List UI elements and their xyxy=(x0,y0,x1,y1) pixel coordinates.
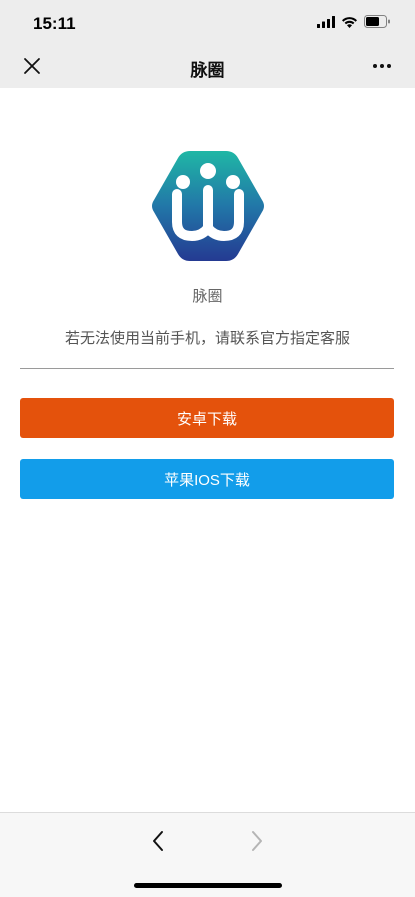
screen: 15:11 脉圈 脉圈 若无法使用当前手机，请联系官方指定客服 安卓下载 苹果I… xyxy=(0,0,415,897)
ios-download-button[interactable]: 苹果IOS下载 xyxy=(20,459,394,499)
status-time: 15:11 xyxy=(33,14,76,33)
page-title: 脉圈 xyxy=(190,61,225,80)
cellular-signal-icon xyxy=(317,15,335,33)
chevron-left-icon[interactable] xyxy=(146,827,170,855)
app-name: 脉圈 xyxy=(192,288,223,305)
contact-hint: 若无法使用当前手机，请联系官方指定客服 xyxy=(64,330,350,347)
battery-icon xyxy=(364,15,391,33)
bottom-toolbar xyxy=(0,812,415,897)
app-logo-icon xyxy=(150,148,266,264)
home-indicator[interactable] xyxy=(134,883,282,888)
status-bar: 15:11 xyxy=(0,0,415,44)
more-dots-icon[interactable] xyxy=(369,56,395,76)
chevron-right-icon xyxy=(245,827,269,855)
nav-bar: 脉圈 xyxy=(0,44,415,88)
status-icons xyxy=(317,15,391,33)
divider xyxy=(20,368,394,369)
android-download-button[interactable]: 安卓下载 xyxy=(20,398,394,438)
wifi-icon xyxy=(341,15,358,33)
